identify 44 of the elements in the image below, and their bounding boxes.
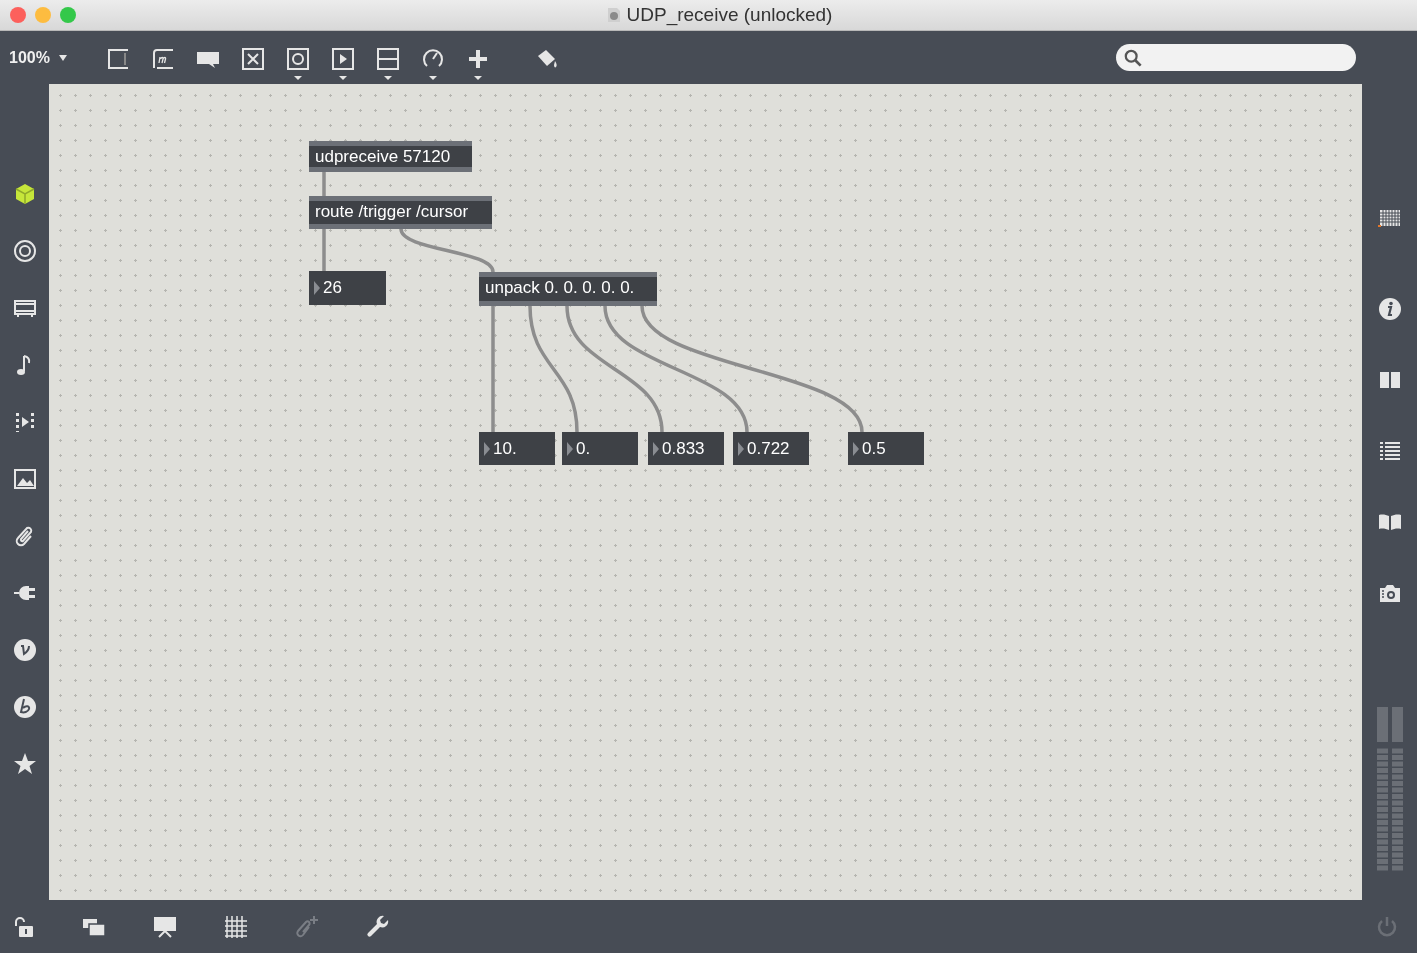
list-icon[interactable] xyxy=(1377,439,1402,463)
b-circle-icon[interactable] xyxy=(12,695,37,719)
patch-cord xyxy=(322,170,326,198)
image-icon[interactable] xyxy=(12,467,37,491)
window-title: UDP_receive (unlocked) xyxy=(626,4,833,26)
object-box[interactable]: route /trigger /cursor xyxy=(309,196,492,229)
number-box[interactable]: 10. xyxy=(479,432,555,465)
number-value: 10. xyxy=(493,438,517,459)
slider-icon[interactable] xyxy=(375,46,400,81)
number-box[interactable]: 0.5 xyxy=(848,432,924,465)
triangle-icon xyxy=(313,280,321,296)
zoom-dropdown[interactable]: 100% xyxy=(9,48,68,67)
wrench-icon[interactable] xyxy=(366,914,390,939)
number-value: 0.722 xyxy=(747,438,790,459)
number-value: 0.833 xyxy=(662,438,705,459)
search-icon xyxy=(1124,48,1142,67)
grid-lines-icon[interactable] xyxy=(224,914,248,939)
object-box[interactable]: udpreceive 57120 xyxy=(309,141,472,172)
number-box[interactable]: 26 xyxy=(309,271,386,305)
triangle-icon xyxy=(566,440,574,457)
number-value: 26 xyxy=(323,278,342,298)
presentation-icon[interactable] xyxy=(153,914,177,939)
search-field[interactable] xyxy=(1116,44,1356,71)
triangle-icon xyxy=(852,440,860,457)
button-icon[interactable] xyxy=(285,46,310,81)
patch-cord xyxy=(322,227,326,273)
dial-icon[interactable] xyxy=(420,46,445,81)
number-value: 0. xyxy=(576,438,591,459)
document-icon xyxy=(606,7,621,23)
number-box[interactable]: 0.722 xyxy=(733,432,809,465)
triangle-icon xyxy=(652,440,660,457)
object-box[interactable]: unpack 0. 0. 0. 0. 0. xyxy=(479,272,657,306)
triangle-icon xyxy=(737,440,745,457)
caret-icon xyxy=(57,53,68,62)
triangle-icon xyxy=(483,440,491,457)
target-icon[interactable] xyxy=(12,239,37,263)
number-value: 0.5 xyxy=(862,438,886,459)
info-icon[interactable] xyxy=(1377,297,1402,321)
number-box[interactable]: 0.833 xyxy=(648,432,724,465)
v-circle-icon[interactable] xyxy=(12,638,37,662)
paperclip-add-icon xyxy=(295,914,319,939)
play-icon[interactable] xyxy=(330,46,355,81)
number-box[interactable]: 0. xyxy=(562,432,638,465)
star-icon[interactable] xyxy=(12,752,37,776)
